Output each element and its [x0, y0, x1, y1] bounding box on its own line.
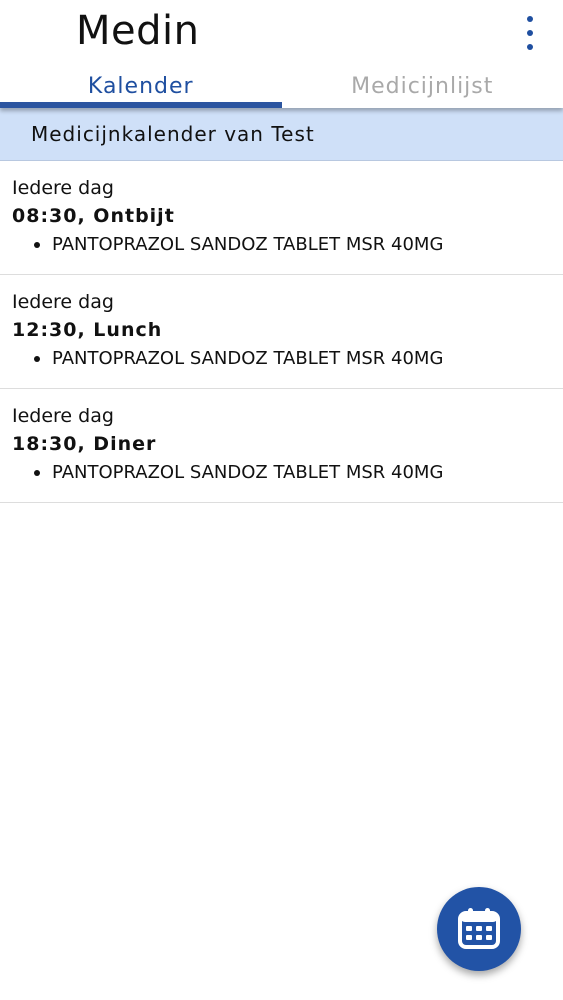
more-vertical-icon-dot	[527, 44, 533, 50]
entry-frequency: Iedere dag	[12, 177, 114, 199]
app-screen: Medin Kalender Medicijnlijst Medicijnkal…	[0, 0, 563, 1000]
medication-item: PANTOPRAZOL SANDOZ TABLET MSR 40MG	[12, 231, 551, 259]
more-vertical-icon-dot	[527, 16, 533, 22]
medication-name: PANTOPRAZOL SANDOZ TABLET MSR 40MG	[52, 348, 444, 369]
tab-medicijnlijst[interactable]: Medicijnlijst	[282, 62, 563, 108]
entry-time: 12:30, Lunch	[12, 319, 163, 341]
medication-item: PANTOPRAZOL SANDOZ TABLET MSR 40MG	[12, 459, 551, 487]
section-title: Medicijnkalender van Test	[0, 108, 563, 161]
more-options-button[interactable]	[519, 16, 541, 50]
calendar-fab-button[interactable]	[437, 887, 521, 971]
list-item[interactable]: Iedere dag 18:30, Diner PANTOPRAZOL SAND…	[0, 389, 563, 503]
calendar-icon	[458, 908, 500, 949]
medication-name: PANTOPRAZOL SANDOZ TABLET MSR 40MG	[52, 234, 444, 255]
app-title: Medin	[76, 8, 200, 54]
more-vertical-icon-dot	[527, 30, 533, 36]
list-item[interactable]: Iedere dag 08:30, Ontbijt PANTOPRAZOL SA…	[0, 161, 563, 275]
app-bar: Medin Kalender Medicijnlijst	[0, 0, 563, 108]
entry-frequency: Iedere dag	[12, 291, 114, 313]
list-item[interactable]: Iedere dag 12:30, Lunch PANTOPRAZOL SAND…	[0, 275, 563, 389]
tab-kalender[interactable]: Kalender	[0, 62, 282, 108]
entry-time: 18:30, Diner	[12, 433, 157, 455]
bullet-icon	[34, 242, 40, 248]
entry-frequency: Iedere dag	[12, 405, 114, 427]
bullet-icon	[34, 470, 40, 476]
medication-item: PANTOPRAZOL SANDOZ TABLET MSR 40MG	[12, 345, 551, 373]
bullet-icon	[34, 356, 40, 362]
medication-name: PANTOPRAZOL SANDOZ TABLET MSR 40MG	[52, 462, 444, 483]
tab-bar: Kalender Medicijnlijst	[0, 62, 563, 108]
entry-time: 08:30, Ontbijt	[12, 205, 175, 227]
